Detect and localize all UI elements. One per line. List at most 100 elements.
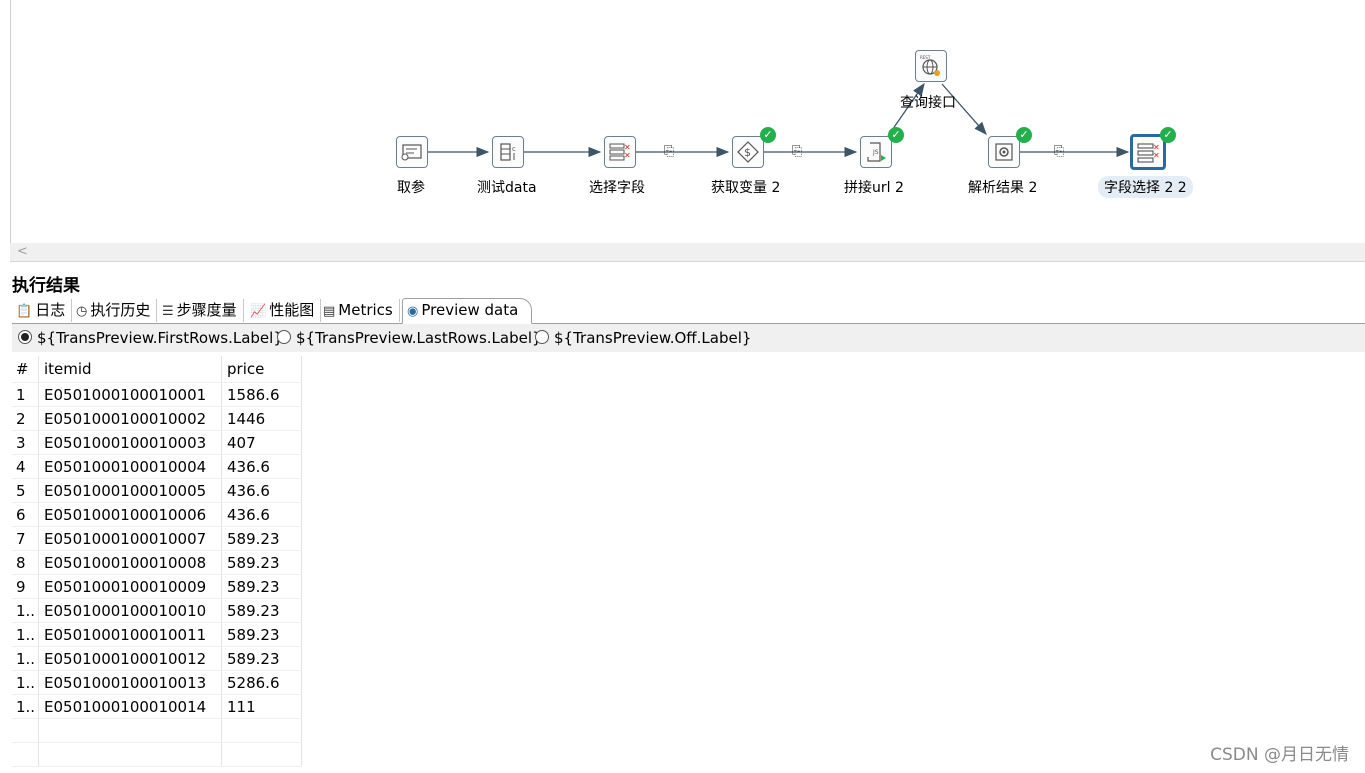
step-label: 测试data: [477, 180, 537, 196]
cell-index: 2: [12, 406, 39, 431]
json-input-icon: [995, 143, 1013, 161]
tab-metrics[interactable]: ▤ Metrics: [319, 299, 400, 322]
empty-cell: [12, 718, 39, 743]
empty-row: [12, 718, 302, 743]
cell-itemid: E0501000100010001: [38, 382, 222, 407]
step-parse-result[interactable]: [988, 136, 1020, 168]
execution-results-title: 执行结果: [12, 276, 80, 296]
cell-price: 589.23: [221, 574, 302, 599]
success-check-icon: ✓: [888, 127, 904, 143]
table-row[interactable]: 1.. E0501000100010012 589.23: [12, 646, 302, 671]
cell-index: 1: [12, 382, 39, 407]
cell-itemid: E0501000100010014: [38, 694, 222, 719]
cell-index: 1..: [12, 622, 39, 647]
transformation-canvas[interactable]: ⎘ ⎘ ⎘ 取参 c 测试data ✕ ✕ 选择字段 $ ✓ 获取变量 2 JS …: [0, 0, 1365, 243]
step-label: 取参: [397, 180, 425, 196]
success-check-icon: ✓: [760, 127, 776, 143]
cell-index: 6: [12, 502, 39, 527]
column-header-price[interactable]: price: [221, 356, 302, 383]
table-row[interactable]: 1.. E0501000100010010 589.23: [12, 598, 302, 623]
step-label: 选择字段: [589, 180, 645, 196]
empty-cell: [221, 742, 302, 767]
table-header-row: # itemid price: [12, 356, 302, 383]
preview-data-table[interactable]: # itemid price 1 E0501000100010001 1586.6 2…: [12, 356, 302, 767]
table-row[interactable]: 2 E0501000100010002 1446: [12, 406, 302, 431]
canvas-horizontal-scrollbar[interactable]: <: [10, 243, 1365, 262]
column-header-index[interactable]: #: [12, 356, 39, 383]
tab-execution-history[interactable]: ◷ 执行历史: [72, 299, 158, 322]
table-row[interactable]: 1.. E0501000100010011 589.23: [12, 622, 302, 647]
success-check-icon: ✓: [1016, 127, 1032, 143]
scroll-left-icon[interactable]: <: [17, 244, 28, 259]
cell-index: 1..: [12, 646, 39, 671]
empty-cell: [38, 742, 222, 767]
svg-text:REST: REST: [920, 55, 931, 60]
cell-index: 5: [12, 478, 39, 503]
table-row[interactable]: 8 E0501000100010008 589.23: [12, 550, 302, 575]
column-header-itemid[interactable]: itemid: [38, 356, 222, 383]
table-row[interactable]: 1 E0501000100010001 1586.6: [12, 382, 302, 407]
tab-log[interactable]: 📋 日志: [12, 299, 73, 322]
cell-price: 589.23: [221, 622, 302, 647]
cell-index: 9: [12, 574, 39, 599]
cell-index: 8: [12, 550, 39, 575]
svg-text:c: c: [512, 145, 516, 153]
cell-itemid: E0501000100010003: [38, 430, 222, 455]
cell-price: 407: [221, 430, 302, 455]
step-label-selected: 字段选择 2 2: [1098, 176, 1193, 198]
hop-lines: [428, 82, 1130, 158]
empty-cell: [38, 718, 222, 743]
step-select-fields[interactable]: ✕ ✕: [604, 136, 636, 168]
variable-icon: $: [737, 141, 759, 163]
step-label: 解析结果 2: [968, 180, 1038, 196]
cell-price: 1446: [221, 406, 302, 431]
cell-index: 1..: [12, 670, 39, 695]
table-row[interactable]: 3 E0501000100010003 407: [12, 430, 302, 455]
input-icon: [401, 144, 422, 161]
cell-itemid: E0501000100010013: [38, 670, 222, 695]
step-concat-url[interactable]: JS: [860, 136, 892, 168]
step-get-variables[interactable]: $: [732, 136, 764, 168]
cell-price: 1586.6: [221, 382, 302, 407]
eye-icon: ◉: [407, 304, 419, 319]
step-get-params[interactable]: [396, 136, 428, 168]
empty-cell: [221, 718, 302, 743]
cell-price: 589.23: [221, 550, 302, 575]
watermark: CSDN @月日无情: [1210, 745, 1349, 765]
rest-client-icon: REST: [920, 55, 940, 76]
table-row[interactable]: 1.. E0501000100010013 5286.6: [12, 670, 302, 695]
table-row[interactable]: 4 E0501000100010004 436.6: [12, 454, 302, 479]
metrics-icon: ▤: [323, 304, 336, 319]
list-numbers-icon: ☰: [162, 304, 174, 319]
step-label: 查询接口: [900, 95, 956, 111]
cell-itemid: E0501000100010011: [38, 622, 222, 647]
cell-price: 589.23: [221, 598, 302, 623]
select-values-icon: ✕✕: [609, 143, 631, 161]
table-row[interactable]: 6 E0501000100010006 436.6: [12, 502, 302, 527]
step-test-data[interactable]: c: [492, 136, 524, 168]
clock-icon: ◷: [76, 304, 88, 319]
radio-last-rows[interactable]: ${TransPreview.LastRows.Label}: [277, 329, 542, 347]
step-query-api[interactable]: REST: [915, 50, 947, 82]
success-check-icon: ✓: [1160, 127, 1176, 143]
step-label: 获取变量 2: [711, 180, 781, 196]
cell-itemid: E0501000100010004: [38, 454, 222, 479]
radio-unselected-icon: [277, 330, 291, 344]
table-row[interactable]: 7 E0501000100010007 589.23: [12, 526, 302, 551]
cell-index: 1..: [12, 694, 39, 719]
radio-first-rows[interactable]: ${TransPreview.FirstRows.Label}: [18, 329, 283, 347]
select-values-icon: ✕✕: [1137, 143, 1160, 163]
tab-step-metrics[interactable]: ☰ 步骤度量: [158, 299, 244, 322]
tab-performance-chart[interactable]: 📈 性能图: [246, 299, 322, 322]
cell-price: 111: [221, 694, 302, 719]
step-label: 拼接url 2: [844, 180, 904, 196]
table-row[interactable]: 5 E0501000100010005 436.6: [12, 478, 302, 503]
radio-selected-icon: [18, 330, 32, 344]
radio-off[interactable]: ${TransPreview.Off.Label}: [535, 329, 751, 347]
table-row[interactable]: 1.. E0501000100010014 111: [12, 694, 302, 719]
table-row[interactable]: 9 E0501000100010009 589.23: [12, 574, 302, 599]
cell-itemid: E0501000100010002: [38, 406, 222, 431]
cell-price: 436.6: [221, 478, 302, 503]
cell-index: 7: [12, 526, 39, 551]
tab-preview-data[interactable]: ◉ Preview data: [402, 298, 532, 324]
